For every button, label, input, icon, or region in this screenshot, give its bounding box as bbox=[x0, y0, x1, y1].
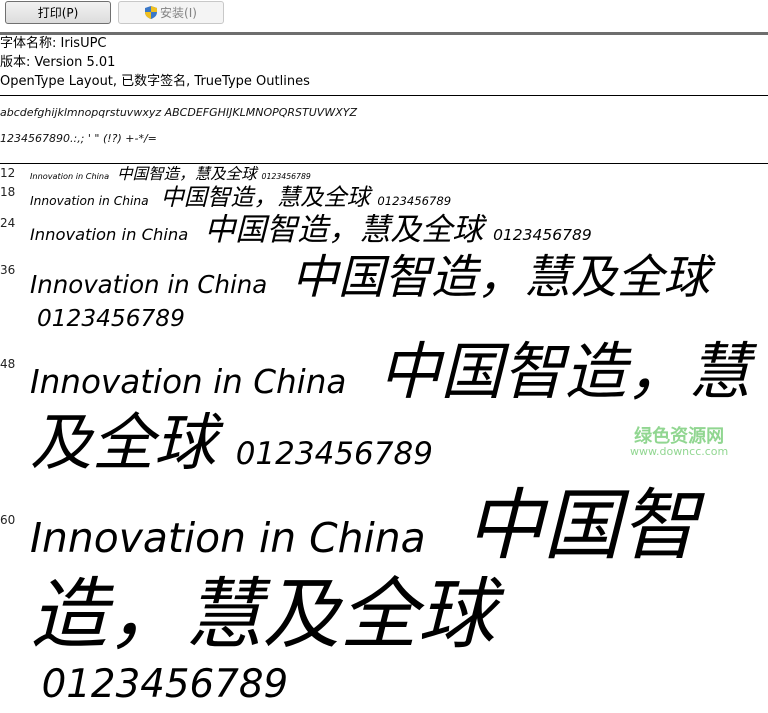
toolbar: 打印(P) 安装(I) bbox=[0, 0, 768, 35]
watermark-url: www.downcc.com bbox=[630, 445, 729, 458]
digits-sample: 0123456789 bbox=[493, 225, 592, 244]
latin-sample: Innovation in China bbox=[30, 269, 268, 299]
divider bbox=[0, 95, 768, 96]
font-details: OpenType Layout, 已数字签名, TrueType Outline… bbox=[0, 74, 310, 89]
digits-sample: 0123456789 bbox=[261, 172, 311, 181]
print-button[interactable]: 打印(P) bbox=[5, 1, 111, 24]
digits-sample: 0123456789 bbox=[36, 304, 185, 332]
size-label: 48 bbox=[0, 357, 16, 372]
sample-text: Innovation in China 中国智造，慧及全球 0123456789 bbox=[30, 211, 764, 249]
cjk-sample: 中国智造，慧及全球 bbox=[204, 211, 484, 248]
uac-shield-icon bbox=[145, 6, 158, 19]
watermark: 绿色资源网 www.downcc.com bbox=[630, 426, 729, 458]
digits-sample: 0123456789 bbox=[377, 193, 452, 208]
font-name: 字体名称: IrisUPC bbox=[0, 36, 107, 51]
sample-text: Innovation in China 中国智造，慧及全球 0123456789 bbox=[30, 481, 764, 708]
install-button-label: 安装(I) bbox=[160, 6, 197, 20]
size-sample-row: 18 Innovation in China 中国智造，慧及全球 01234567… bbox=[0, 183, 768, 212]
latin-sample: Innovation in China bbox=[30, 193, 149, 208]
cjk-sample: 中国智造，慧及全球 bbox=[160, 183, 370, 211]
size-label: 18 bbox=[0, 184, 16, 199]
latin-sample: Innovation in China bbox=[30, 514, 426, 563]
latin-sample: Innovation in China bbox=[30, 224, 189, 244]
cjk-sample: 中国智造，慧及全球 bbox=[30, 481, 699, 661]
cjk-sample: 中国智造，慧及全球 bbox=[291, 249, 710, 304]
print-button-label: 打印(P) bbox=[37, 6, 79, 20]
size-sample-row: 12 Innovation in China 中国智造，慧及全球 01234567… bbox=[0, 165, 768, 184]
latin-sample: Innovation in China bbox=[30, 171, 110, 181]
size-sample-row: 36 Innovation in China 中国智造，慧及全球 01234567… bbox=[0, 249, 768, 333]
font-version: 版本: Version 5.01 bbox=[0, 55, 116, 70]
latin-sample: Innovation in China bbox=[30, 362, 347, 401]
sample-text: Innovation in China 中国智造，慧及全球 0123456789 bbox=[30, 249, 764, 333]
cjk-sample: 中国智造，慧及全球 bbox=[117, 165, 257, 183]
install-button[interactable]: 安装(I) bbox=[118, 1, 224, 24]
alphabet-sample: abcdefghijklmnopqrstuvwxyz ABCDEFGHIJKLM… bbox=[0, 106, 357, 119]
size-sample-row: 24 Innovation in China 中国智造，慧及全球 01234567… bbox=[0, 211, 768, 249]
size-label: 12 bbox=[0, 166, 16, 180]
size-label: 36 bbox=[0, 262, 16, 277]
watermark-title: 绿色资源网 bbox=[634, 426, 725, 447]
sample-text: Innovation in China 中国智造，慧及全球 0123456789 bbox=[30, 165, 764, 184]
size-label: 24 bbox=[0, 215, 16, 230]
digits-sample: 0123456789 bbox=[41, 662, 289, 708]
sample-text: Innovation in China 中国智造，慧及全球 0123456789 bbox=[30, 183, 764, 212]
symbols-sample: 1234567890.:,; ' " (!?) +-*/= bbox=[0, 132, 157, 145]
size-label: 60 bbox=[0, 512, 16, 527]
divider bbox=[0, 163, 768, 164]
digits-sample: 0123456789 bbox=[235, 435, 433, 472]
size-sample-row: 60 Innovation in China 中国智造，慧及全球 01234567… bbox=[0, 481, 768, 708]
